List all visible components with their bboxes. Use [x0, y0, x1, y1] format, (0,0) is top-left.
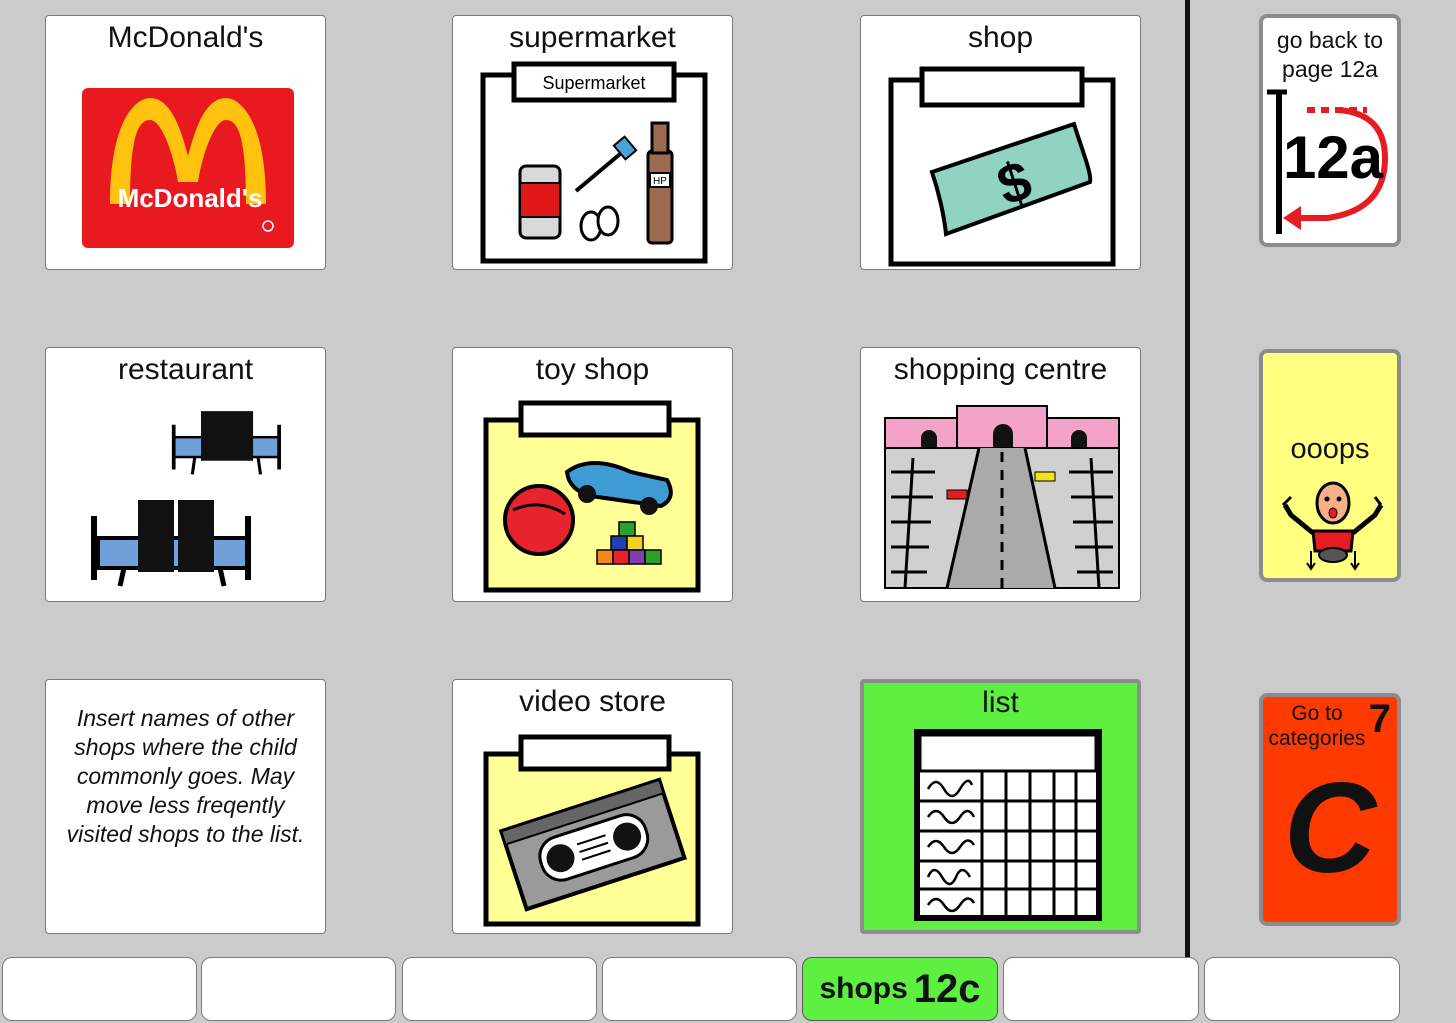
- mcdonalds-label: McDonald's: [107, 21, 264, 54]
- supermarket-tile[interactable]: supermarket Supermarket HP: [452, 15, 733, 270]
- mcdonalds-logo-text: McDonald's: [118, 183, 263, 213]
- tables-icon: [91, 411, 281, 587]
- vertical-divider: [1185, 0, 1190, 958]
- tab-1[interactable]: [2, 957, 197, 1021]
- toy-shop-tile[interactable]: toy shop: [452, 347, 733, 602]
- video-store-label: video store: [519, 685, 666, 718]
- supermarket-label: supermarket: [509, 21, 676, 54]
- restaurant-tile[interactable]: restaurant: [45, 347, 326, 602]
- mcdonalds-tile[interactable]: McDonald's McDonald's: [45, 15, 326, 270]
- tab-4[interactable]: [602, 957, 797, 1021]
- supermarket-sign-text: Supermarket: [542, 73, 645, 93]
- tab-shops-page-code: 12c: [913, 966, 981, 1011]
- shop-label: shop: [967, 21, 1034, 54]
- list-label: list: [982, 686, 1019, 719]
- list-table-icon: [914, 729, 1102, 921]
- tab-2[interactable]: [201, 957, 396, 1021]
- mcdonalds-logo-icon: McDonald's: [82, 88, 294, 248]
- ooops-button[interactable]: ooops: [1259, 349, 1401, 582]
- hp-bottle-text: HP: [653, 176, 667, 187]
- video-cassette-icon: [483, 734, 701, 927]
- categories-button[interactable]: Go to categories 7 C: [1259, 693, 1401, 926]
- tab-shops-label: shops: [819, 972, 908, 1005]
- shopping-centre-tile[interactable]: shopping centre: [860, 347, 1141, 602]
- note-text: Insert names of other shops where the ch…: [66, 705, 305, 847]
- list-tile[interactable]: list: [860, 679, 1141, 934]
- back-arrow-icon: 12a: [1267, 89, 1389, 234]
- shopping-centre-label: shopping centre: [893, 353, 1108, 386]
- ooops-label: ooops: [1290, 433, 1370, 465]
- toy-shop-label: toy shop: [535, 353, 650, 386]
- tab-7[interactable]: [1204, 957, 1400, 1021]
- categories-letter: C: [1283, 757, 1377, 900]
- tab-3[interactable]: [402, 957, 597, 1021]
- back-page-code: 12a: [1283, 124, 1384, 191]
- go-back-label: go back to page 12a: [1276, 27, 1384, 82]
- money-icon: $: [888, 66, 1116, 267]
- tab-shops-active[interactable]: shops 12c: [802, 957, 998, 1021]
- toys-icon: [483, 400, 701, 593]
- tab-6[interactable]: [1003, 957, 1199, 1021]
- categories-number: 7: [1368, 697, 1391, 741]
- surprised-person-icon: [1281, 481, 1384, 571]
- video-store-tile[interactable]: video store: [452, 679, 733, 934]
- restaurant-label: restaurant: [117, 353, 254, 386]
- note-tile: Insert names of other shops where the ch…: [45, 679, 326, 934]
- go-back-button[interactable]: go back to page 12a 12a: [1259, 14, 1401, 247]
- categories-label: Go to categories: [1268, 702, 1366, 750]
- shop-tile[interactable]: shop $: [860, 15, 1141, 270]
- supermarket-icon: Supermarket HP: [480, 61, 708, 264]
- shopping-centre-icon: [884, 405, 1120, 589]
